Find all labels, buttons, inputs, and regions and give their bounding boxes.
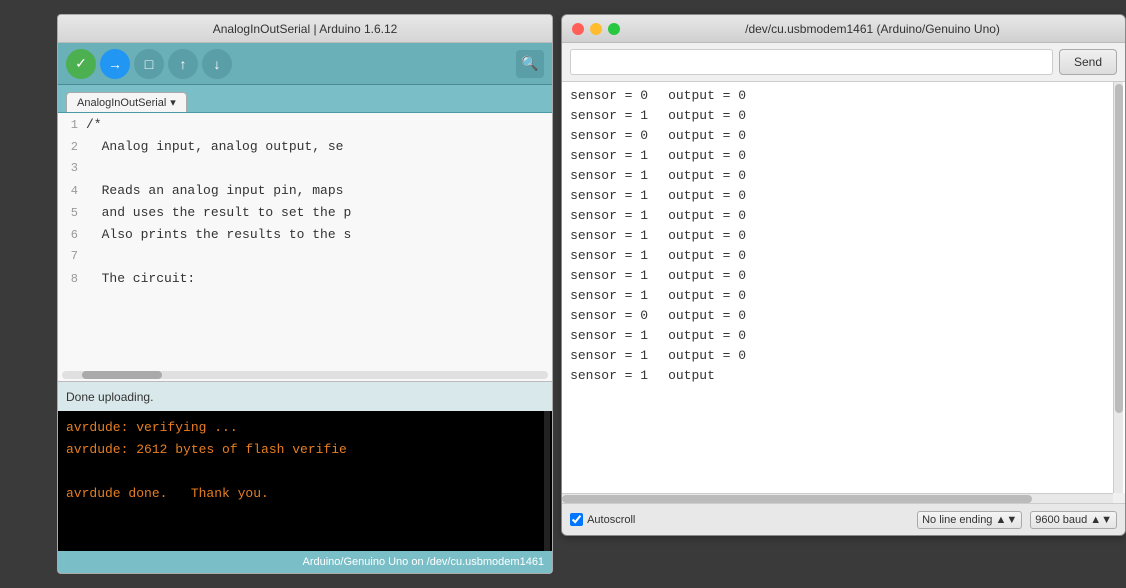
console-line-3 xyxy=(66,461,544,483)
open-button[interactable]: ↑ xyxy=(168,49,198,79)
ide-toolbar: ✓ → □ ↑ ↓ 🔍 xyxy=(58,43,552,85)
serial-monitor-title: /dev/cu.usbmodem1461 (Arduino/Genuino Un… xyxy=(630,22,1115,36)
serial-row: sensor = 1output = 0 xyxy=(570,146,1117,166)
minimize-button[interactable] xyxy=(590,23,602,35)
maximize-button[interactable] xyxy=(608,23,620,35)
send-button[interactable]: Send xyxy=(1059,49,1117,75)
code-line-5: 5 and uses the result to set the p xyxy=(58,205,552,227)
autoscroll-label: Autoscroll xyxy=(587,514,635,526)
code-line-3: 3 xyxy=(58,161,552,183)
ide-titlebar: AnalogInOutSerial | Arduino 1.6.12 xyxy=(58,15,552,43)
console-line-2: avrdude: 2612 bytes of flash verifie xyxy=(66,439,544,461)
code-line-4: 4 Reads an analog input pin, maps xyxy=(58,183,552,205)
ide-tab-bar: AnalogInOutSerial ▾ xyxy=(58,85,552,113)
baud-rate-select[interactable]: 9600 baud ▲▼ xyxy=(1030,511,1117,529)
close-button[interactable] xyxy=(572,23,584,35)
code-line-1: 1 /* xyxy=(58,117,552,139)
code-scrollbar-thumb xyxy=(82,371,162,379)
serial-scrollbar-thumb xyxy=(1115,84,1123,413)
code-editor[interactable]: 1 /* 2 Analog input, analog output, se 3… xyxy=(58,113,552,369)
serial-input-field[interactable] xyxy=(570,49,1053,75)
ide-status-bar: Done uploading. xyxy=(58,381,552,411)
serial-horizontal-scrollbar[interactable] xyxy=(562,493,1113,503)
baud-rate-label: 9600 baud xyxy=(1035,514,1087,526)
serial-output[interactable]: sensor = 0output = 0 sensor = 1output = … xyxy=(562,82,1125,493)
ide-tab-active[interactable]: AnalogInOutSerial ▾ xyxy=(66,92,187,112)
tab-dropdown-icon: ▾ xyxy=(170,96,176,109)
serial-vertical-scrollbar[interactable] xyxy=(1113,82,1123,493)
ide-bottom-bar: Arduino/Genuino Uno on /dev/cu.usbmodem1… xyxy=(58,551,552,573)
serial-titlebar: /dev/cu.usbmodem1461 (Arduino/Genuino Un… xyxy=(562,15,1125,43)
autoscroll-checkbox-group[interactable]: Autoscroll xyxy=(570,513,635,526)
serial-row: sensor = 1output = 0 xyxy=(570,266,1117,286)
ide-console: avrdude: verifying ... avrdude: 2612 byt… xyxy=(58,411,552,551)
serial-footer: Autoscroll No line ending ▲▼ 9600 baud ▲… xyxy=(562,503,1125,535)
code-line-7: 7 xyxy=(58,249,552,271)
ide-tab-label: AnalogInOutSerial xyxy=(77,97,166,109)
board-port-info: Arduino/Genuino Uno on /dev/cu.usbmodem1… xyxy=(303,556,545,568)
baud-rate-chevron-icon: ▲▼ xyxy=(1090,514,1112,526)
console-line-1: avrdude: verifying ... xyxy=(66,417,544,439)
serial-monitor-button[interactable]: 🔍 xyxy=(516,50,544,78)
ide-code-area[interactable]: 1 /* 2 Analog input, analog output, se 3… xyxy=(58,113,552,381)
serial-input-row: Send xyxy=(562,43,1125,82)
serial-row: sensor = 1output = 0 xyxy=(570,206,1117,226)
autoscroll-checkbox[interactable] xyxy=(570,513,583,526)
verify-button[interactable]: ✓ xyxy=(66,49,96,79)
save-button[interactable]: ↓ xyxy=(202,49,232,79)
line-ending-select[interactable]: No line ending ▲▼ xyxy=(917,511,1022,529)
console-line-4: avrdude done. Thank you. xyxy=(66,483,544,505)
serial-row: sensor = 1output = 0 xyxy=(570,106,1117,126)
serial-row: sensor = 1output = 0 xyxy=(570,246,1117,266)
line-ending-label: No line ending xyxy=(922,514,992,526)
serial-row: sensor = 1output = 0 xyxy=(570,326,1117,346)
console-vertical-scrollbar[interactable] xyxy=(544,411,550,551)
code-line-8: 8 The circuit: xyxy=(58,271,552,293)
serial-row: sensor = 0output = 0 xyxy=(570,306,1117,326)
serial-row: sensor = 1output = 0 xyxy=(570,166,1117,186)
line-ending-chevron-icon: ▲▼ xyxy=(995,514,1017,526)
serial-row: sensor = 1output = 0 xyxy=(570,346,1117,366)
upload-button[interactable]: → xyxy=(100,49,130,79)
serial-row: sensor = 1output = 0 xyxy=(570,226,1117,246)
ide-title: AnalogInOutSerial | Arduino 1.6.12 xyxy=(213,22,398,36)
code-line-6: 6 Also prints the results to the s xyxy=(58,227,552,249)
arduino-ide: AnalogInOutSerial | Arduino 1.6.12 ✓ → □… xyxy=(57,14,553,574)
serial-hscroll-thumb xyxy=(562,495,1032,503)
code-horizontal-scrollbar[interactable] xyxy=(62,371,548,379)
serial-row: sensor = 1output = 0 xyxy=(570,186,1117,206)
serial-monitor: /dev/cu.usbmodem1461 (Arduino/Genuino Un… xyxy=(561,14,1126,536)
code-line-2: 2 Analog input, analog output, se xyxy=(58,139,552,161)
status-text: Done uploading. xyxy=(66,390,153,404)
new-button[interactable]: □ xyxy=(134,49,164,79)
serial-row: sensor = 1output = 0 xyxy=(570,286,1117,306)
serial-row: sensor = 1output xyxy=(570,366,1117,386)
serial-row: sensor = 0output = 0 xyxy=(570,126,1117,146)
serial-row: sensor = 0output = 0 xyxy=(570,86,1117,106)
traffic-lights xyxy=(572,23,620,35)
